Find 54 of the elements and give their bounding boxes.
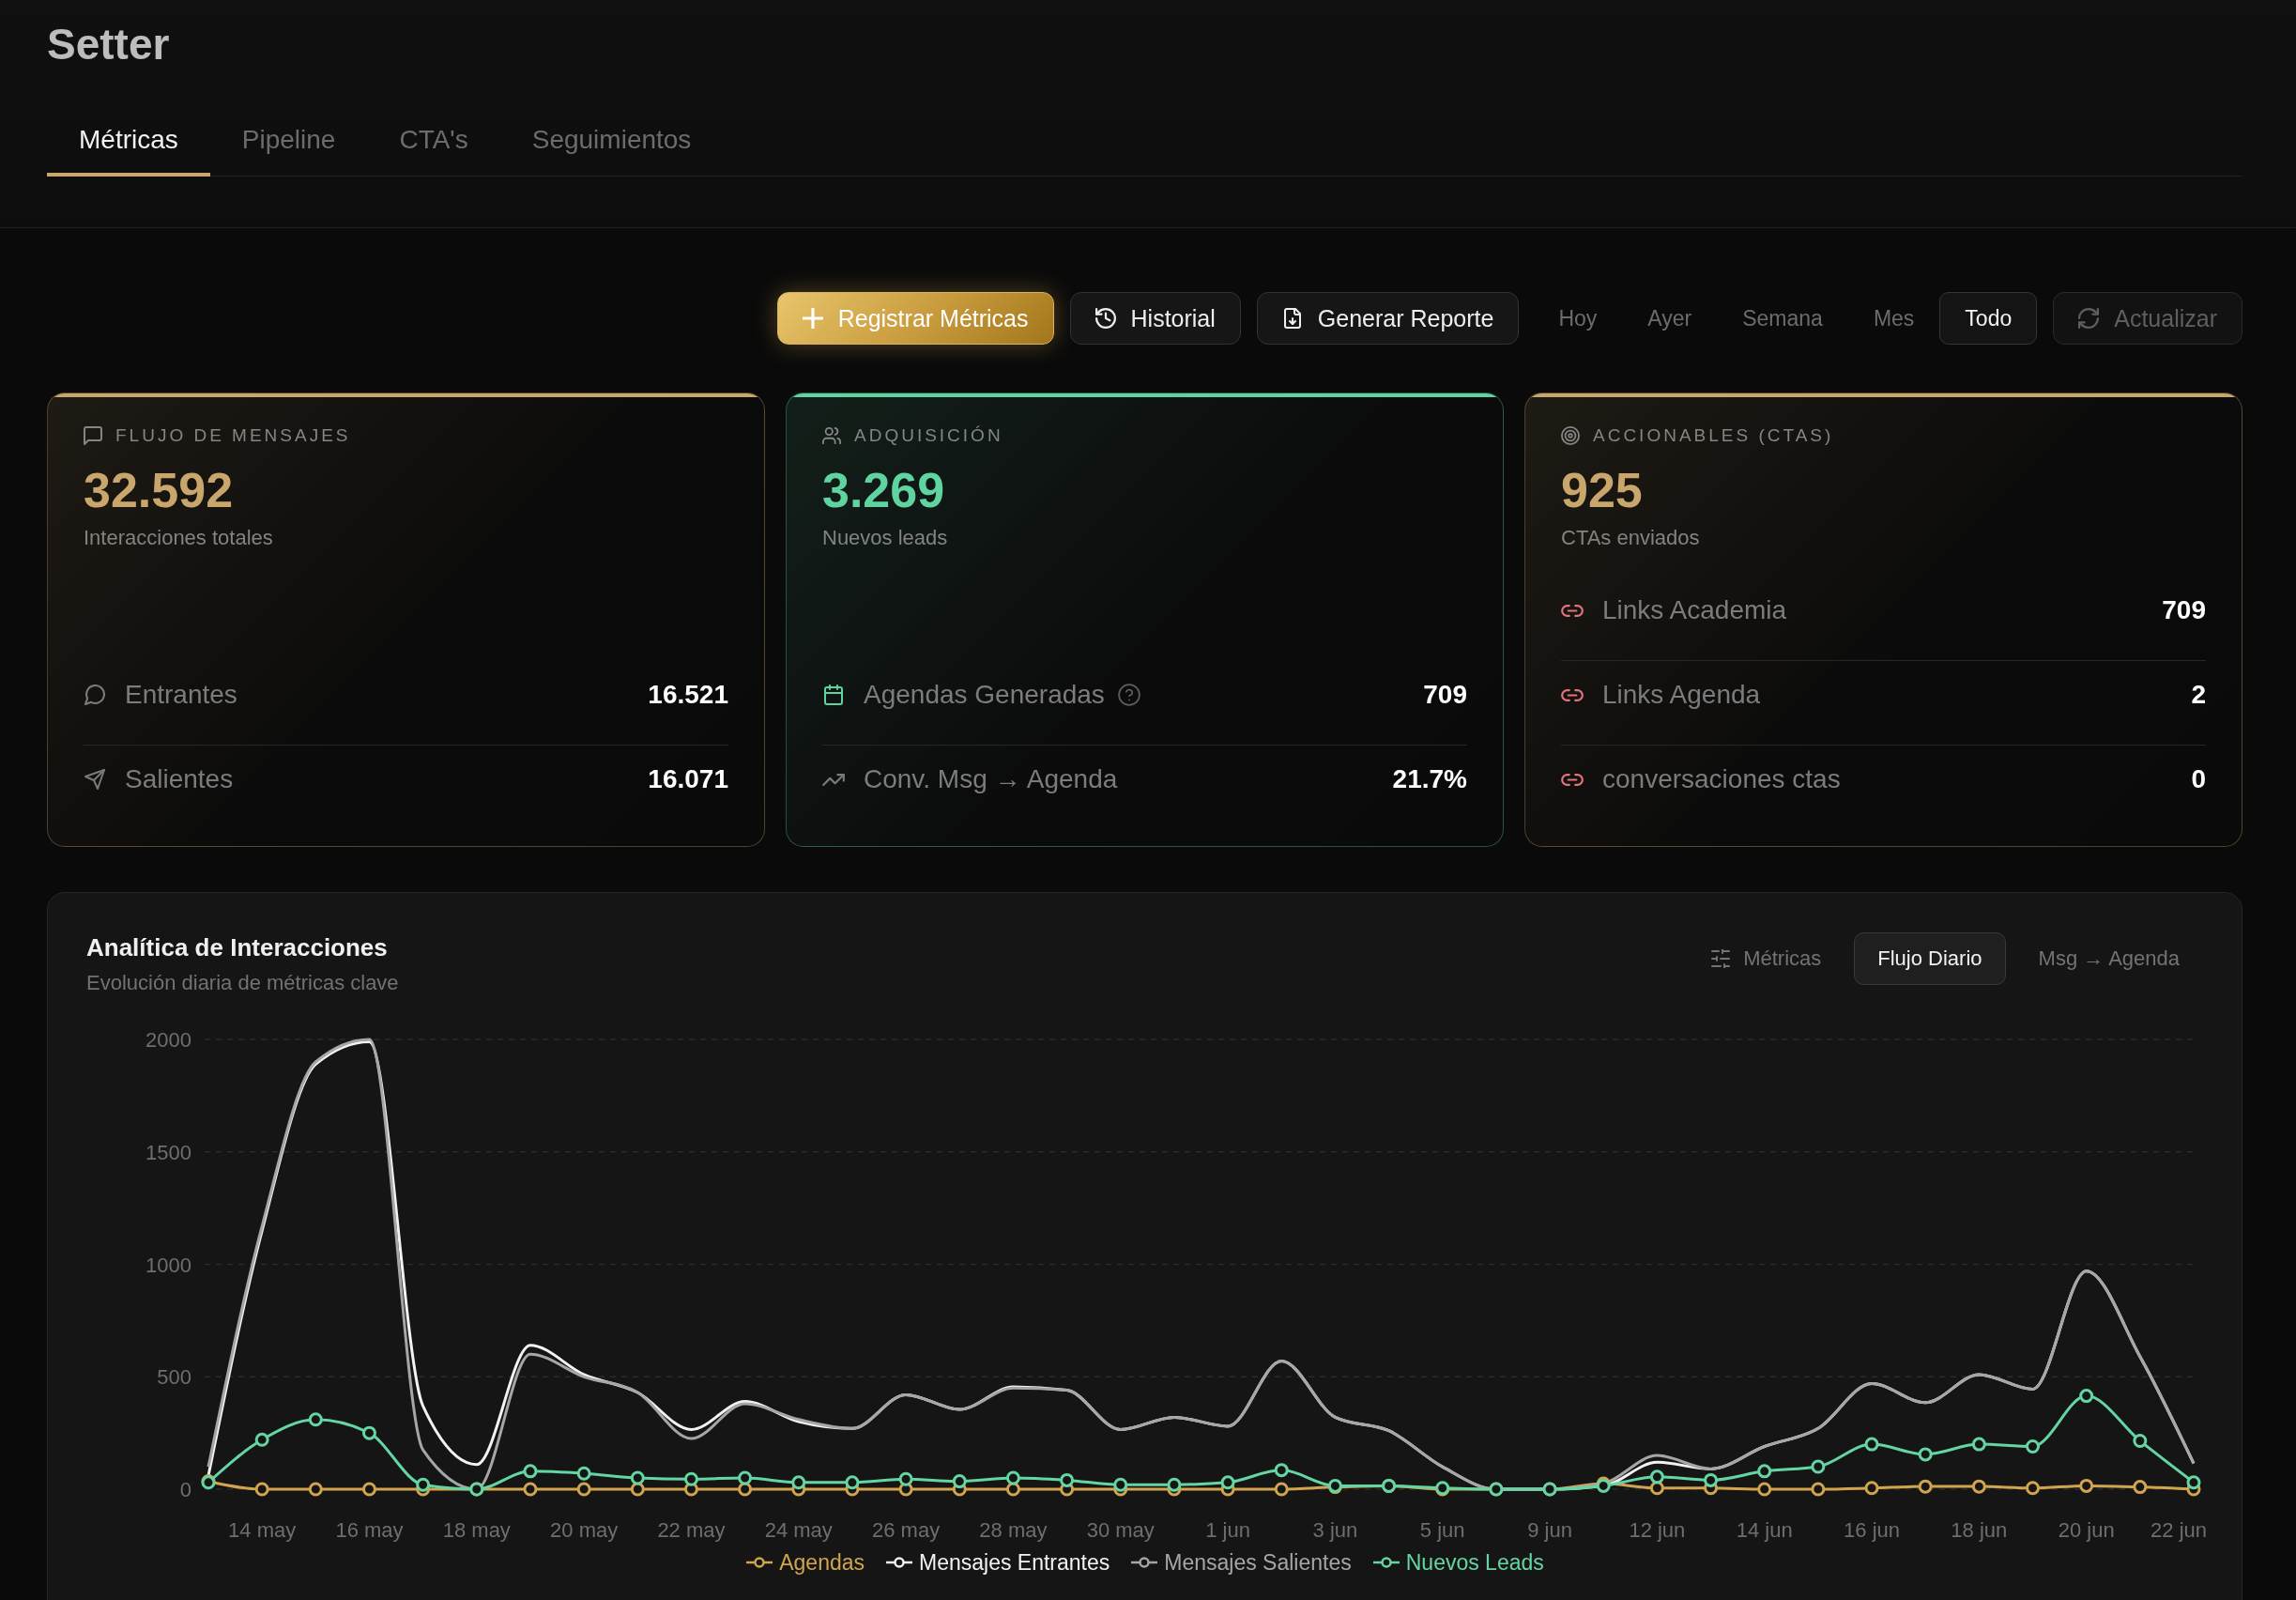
x-axis-label: 3 jun [1312,1518,1358,1542]
x-axis-label: 16 may [335,1518,404,1542]
row-value: 709 [2162,594,2206,626]
x-axis-label: 18 may [442,1518,511,1542]
y-axis-label: 1500 [145,1140,191,1164]
row-label: Conv. Msg → Agenda [864,763,1118,795]
x-axis-label: 28 may [979,1518,1048,1542]
x-axis-label: 16 jun [1844,1518,1900,1542]
x-axis-label: 20 jun [2058,1518,2115,1542]
row-label: Links Academia [1602,594,1787,626]
row-value: 709 [1423,679,1467,711]
metric-caption: CTAs enviados [1561,525,1701,551]
x-axis-label: 14 may [228,1518,297,1542]
chart-title: Analítica de Interacciones [86,932,389,963]
row-label: conversaciones ctas [1602,763,1841,795]
card-title: ADQUISICIÓN [854,424,1003,447]
x-axis-label: 24 may [764,1518,833,1542]
x-axis-label: 22 may [657,1518,726,1542]
legend-label: Mensajes Salientes [1164,1549,1352,1577]
row-value: 2 [2191,679,2206,711]
x-axis-label: 9 jun [1527,1518,1572,1542]
x-axis-label: 30 may [1086,1518,1155,1542]
chart-subtitle: Evolución diaria de métricas clave [86,970,399,996]
card-title: FLUJO DE MENSAJES [115,424,351,447]
metric-value: 32.592 [84,462,235,518]
metric-caption: Nuevos leads [822,525,949,551]
row-value: 16.071 [648,763,728,795]
x-axis-label: 26 may [872,1518,941,1542]
x-axis-label: 1 jun [1205,1518,1250,1542]
x-axis-label: 18 jun [1951,1518,2008,1542]
row-value: 16.521 [648,679,728,711]
app-title: Setter [47,19,171,69]
legend-label: Mensajes Entrantes [919,1549,1110,1577]
row-label: Salientes [125,763,234,795]
row-value: 21.7% [1392,763,1467,795]
legend-label: Nuevos Leads [1405,1549,1544,1577]
row-value: 0 [2191,763,2206,795]
x-axis-label: 20 may [550,1518,619,1542]
card-title: ACCIONABLES (CTAS) [1593,424,1834,447]
y-axis-label: 2000 [145,1028,191,1052]
row-label: Entrantes [125,679,237,711]
row-label: Links Agenda [1602,679,1761,711]
x-axis-label: 5 jun [1419,1518,1465,1542]
x-axis-label: 22 jun [2151,1518,2207,1542]
legend-label: Agendas [779,1549,865,1577]
y-axis-label: 0 [179,1478,191,1501]
metric-value: 3.269 [822,462,946,518]
x-axis-label: 12 jun [1629,1518,1686,1542]
x-axis-label: 14 jun [1736,1518,1793,1542]
metric-value: 925 [1561,462,1644,518]
row-label: Agendas Generadas [864,679,1105,711]
y-axis-label: 500 [157,1365,191,1390]
metric-caption: Interacciones totales [84,525,274,551]
y-axis-label: 1000 [145,1253,191,1277]
